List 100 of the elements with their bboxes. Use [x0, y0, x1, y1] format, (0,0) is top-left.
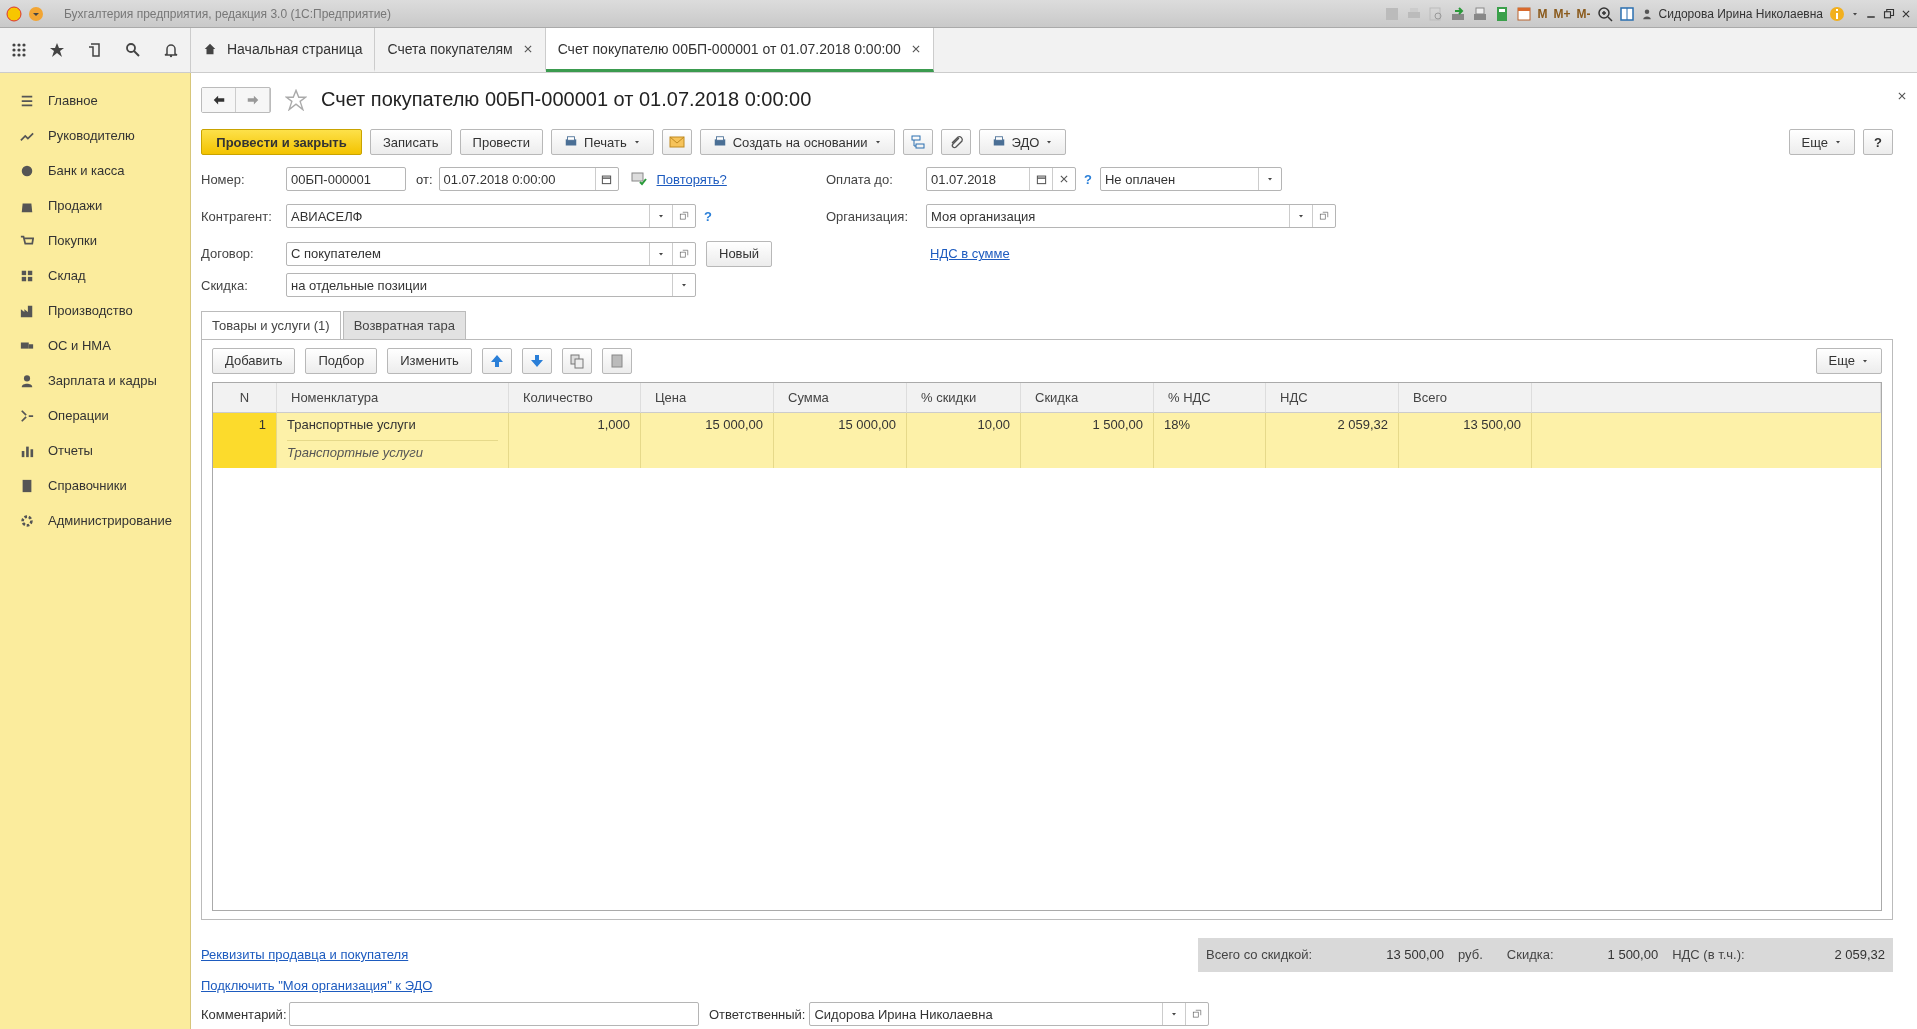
toolbar-button[interactable]: Записать: [370, 129, 452, 156]
envelope-icon: [668, 134, 685, 151]
help-mark[interactable]: ?: [704, 208, 712, 224]
input-field[interactable]: АВИАСЕЛФ: [286, 204, 696, 229]
repeat-link[interactable]: Повторять?: [656, 171, 727, 187]
star-icon[interactable]: [285, 88, 307, 111]
tab[interactable]: Товары и услуги (1): [201, 310, 341, 339]
help-mark[interactable]: ?: [1084, 171, 1092, 187]
sidebar-item[interactable]: ОС и НМА: [0, 328, 190, 363]
close-icon[interactable]: [1897, 91, 1907, 101]
column-header[interactable]: N: [213, 382, 277, 413]
column-header[interactable]: Номенклатура: [277, 382, 509, 413]
column-header[interactable]: Скидка: [1021, 382, 1154, 413]
toolbar-button[interactable]: Добавить: [212, 347, 296, 374]
star-icon[interactable]: [49, 42, 65, 58]
table-cell-text: Транспортные услуги: [287, 416, 417, 432]
cart-icon: [20, 233, 34, 248]
calendar-icon[interactable]: [601, 173, 612, 185]
restore-icon[interactable]: [1883, 7, 1895, 20]
input-field[interactable]: на отдельные позиции: [286, 273, 696, 298]
sidebar-item[interactable]: Продажи: [0, 188, 190, 223]
close-icon[interactable]: [910, 43, 921, 54]
apps-grid-icon[interactable]: [11, 42, 27, 58]
panel-icon[interactable]: [1618, 5, 1635, 22]
column-header[interactable]: Количество: [509, 382, 641, 413]
menu-button[interactable]: ЭДО: [978, 129, 1067, 156]
edo-link[interactable]: Подключить "Моя организация" к ЭДО: [201, 977, 433, 993]
vat-link[interactable]: НДС в сумме: [930, 246, 1010, 262]
input-field[interactable]: 01.07.2018 0:00:00: [438, 167, 619, 192]
scanner-icon[interactable]: [1471, 5, 1488, 22]
open-icon[interactable]: [679, 248, 689, 259]
more-button[interactable]: Еще: [1788, 129, 1856, 156]
history-icon[interactable]: [87, 42, 103, 58]
sidebar-item[interactable]: Операции: [0, 398, 190, 433]
input-field[interactable]: Сидорова Ирина Николаевна: [809, 1002, 1210, 1027]
input-field[interactable]: С покупателем: [286, 241, 696, 266]
column-header[interactable]: Сумма: [774, 382, 907, 413]
icon-button[interactable]: [940, 129, 971, 156]
sidebar-item[interactable]: Справочники: [0, 468, 190, 503]
table-cell-text: 18%: [1164, 416, 1192, 432]
field-label: Ответственный:: [709, 1006, 806, 1022]
memory-button[interactable]: M-: [1576, 6, 1591, 21]
window-tab[interactable]: Счет покупателю 00БП-000001 от 01.07.2018 0:00:00: [545, 28, 934, 72]
field-label: Оплата до:: [826, 171, 894, 187]
upload-icon[interactable]: [1449, 5, 1466, 22]
sidebar-item[interactable]: Администрирование: [0, 503, 190, 538]
person-icon: [20, 373, 34, 388]
factory-icon: [20, 303, 34, 318]
toolbar-button[interactable]: Подбор: [305, 347, 378, 374]
search-icon[interactable]: [125, 42, 141, 58]
sidebar-item[interactable]: Банк и касса: [0, 153, 190, 188]
calendar-icon[interactable]: [1035, 173, 1047, 185]
sidebar-item[interactable]: Отчеты: [0, 433, 190, 468]
total-label: Всего со скидкой:: [1206, 947, 1313, 963]
sidebar-item[interactable]: Главное: [0, 83, 190, 118]
toolbar-button[interactable]: Изменить: [387, 347, 472, 374]
new-button[interactable]: Новый: [706, 240, 773, 267]
open-icon[interactable]: [1192, 1009, 1203, 1020]
details-link[interactable]: Реквизиты продавца и покупателя: [201, 947, 409, 963]
input-field[interactable]: Не оплачен: [1099, 167, 1282, 192]
calendar-icon[interactable]: [1515, 5, 1532, 22]
menu-button[interactable]: Создать на основании: [699, 129, 895, 156]
sidebar-item[interactable]: Склад: [0, 258, 190, 293]
icon-button[interactable]: [481, 347, 512, 374]
dropdown-icon[interactable]: [28, 5, 44, 22]
post-and-close-button[interactable]: Провести и закрыть: [201, 129, 362, 156]
sidebar-item[interactable]: Руководителю: [0, 118, 190, 153]
sidebar-item[interactable]: Зарплата и кадры: [0, 363, 190, 398]
input-field[interactable]: Моя организация: [926, 204, 1336, 229]
close-icon[interactable]: [522, 43, 533, 54]
more-button[interactable]: Еще: [1815, 347, 1882, 374]
back-button[interactable]: [202, 87, 236, 112]
user-name[interactable]: Сидорова Ирина Николаевна: [1658, 6, 1823, 21]
memory-button[interactable]: M: [1537, 6, 1548, 21]
column-header[interactable]: % НДС: [1154, 382, 1266, 413]
open-icon[interactable]: [1319, 211, 1329, 222]
tab[interactable]: Возвратная тара: [342, 310, 466, 339]
column-header[interactable]: Цена: [641, 382, 774, 413]
close-icon[interactable]: [1901, 8, 1911, 19]
column-header[interactable]: Всего: [1399, 382, 1532, 413]
coin-icon: [20, 163, 34, 178]
bell-icon[interactable]: [163, 42, 179, 58]
help-button[interactable]: ?: [1863, 129, 1893, 156]
zoom-icon[interactable]: [1596, 5, 1613, 22]
currency-label: руб.: [1458, 947, 1483, 963]
sidebar-item[interactable]: Производство: [0, 293, 190, 328]
open-icon[interactable]: [679, 211, 689, 222]
close-icon[interactable]: [1059, 174, 1069, 185]
toolbar-button[interactable]: Провести: [459, 129, 544, 156]
repeat-icon[interactable]: [630, 169, 647, 186]
memory-button[interactable]: M+: [1553, 6, 1571, 21]
icon-button[interactable]: [521, 347, 552, 374]
input-field[interactable]: 01.07.2018: [926, 167, 1076, 192]
menu-button[interactable]: Печать: [551, 129, 654, 156]
input-field[interactable]: [289, 1002, 699, 1027]
table-row[interactable]: 1 Транспортные услуги Транспортные услуги 1,000 15 000,00 15 000,00 10,00 1 500,00 18% 2 059,32 13 500,00: [213, 412, 1881, 468]
column-header[interactable]: % скидки: [907, 382, 1021, 413]
sidebar-item[interactable]: Покупки: [0, 223, 190, 258]
column-header[interactable]: НДС: [1266, 382, 1399, 413]
input-field[interactable]: 00БП-000001: [286, 167, 406, 192]
